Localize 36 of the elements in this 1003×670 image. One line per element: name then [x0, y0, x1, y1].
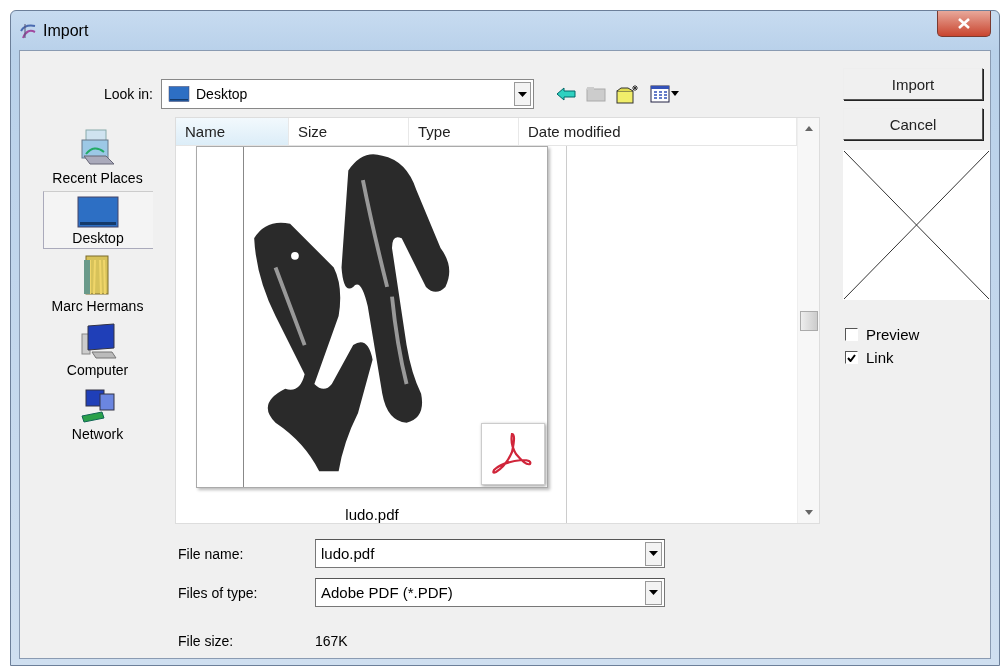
file-size-value: 167K — [315, 633, 348, 649]
place-item[interactable]: Network — [42, 383, 153, 445]
close-icon — [958, 18, 970, 29]
file-type-dropdown[interactable]: Adobe PDF (*.PDF) — [315, 578, 665, 607]
option-label: Link — [866, 349, 894, 366]
checkbox[interactable] — [845, 351, 858, 364]
folder-desktop-icon — [168, 85, 190, 103]
desktop-icon — [76, 194, 120, 230]
place-item[interactable]: Marc Hermans — [42, 251, 153, 317]
file-name-field[interactable]: ludo.pdf — [315, 539, 665, 568]
close-button[interactable] — [937, 11, 991, 37]
scroll-up-icon[interactable] — [804, 126, 813, 131]
window-title: Import — [43, 21, 89, 40]
look-in-dropdown[interactable]: Desktop — [161, 79, 534, 109]
new-folder-icon[interactable] — [616, 84, 640, 104]
checkbox[interactable] — [845, 328, 858, 341]
cancel-button[interactable]: Cancel — [843, 108, 983, 140]
file-type-label: Files of type: — [178, 584, 259, 601]
vertical-scrollbar[interactable] — [797, 118, 819, 523]
place-item[interactable]: Recent Places — [42, 123, 153, 189]
look-in-label: Look in: — [102, 86, 154, 102]
scrollbar-thumb[interactable] — [799, 310, 818, 331]
file-name-label: ludo.pdf — [345, 506, 399, 523]
column-header[interactable]: Name — [176, 118, 289, 145]
file-name-label: File name: — [178, 545, 245, 562]
import-button[interactable]: Import — [843, 68, 983, 100]
pdf-thumbnail[interactable] — [196, 146, 548, 488]
pdf-icon — [481, 423, 545, 485]
scroll-down-icon[interactable] — [804, 510, 813, 515]
place-item[interactable]: Computer — [42, 319, 153, 381]
file-size-label: File size: — [178, 633, 235, 649]
app-icon — [19, 21, 37, 40]
view-menu-icon[interactable] — [650, 85, 680, 103]
back-arrow-icon[interactable] — [556, 87, 576, 101]
place-item[interactable]: Desktop — [42, 191, 153, 249]
option-label: Preview — [866, 326, 920, 343]
